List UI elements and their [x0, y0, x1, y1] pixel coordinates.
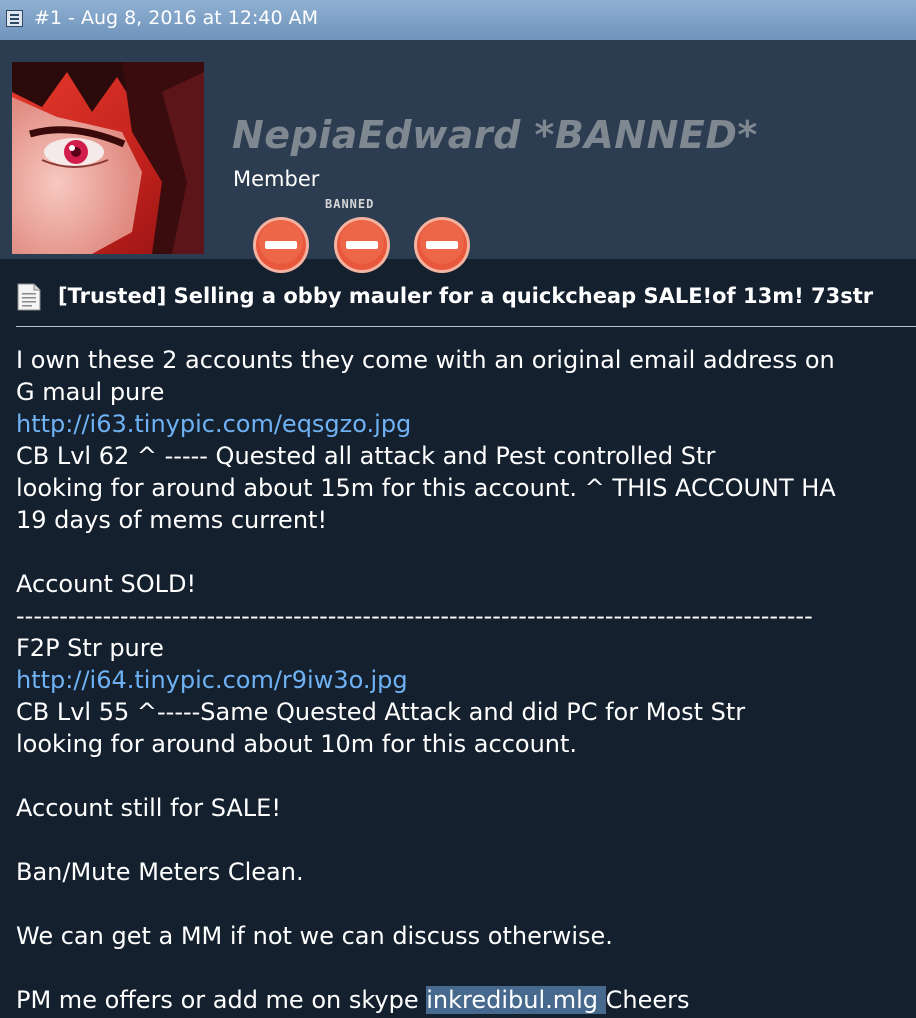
post-line: looking for around about 10m for this ac…: [16, 730, 578, 758]
post-line: Account still for SALE!: [16, 794, 281, 822]
avatar[interactable]: [12, 62, 204, 254]
post-body: I own these 2 accounts they come with an…: [16, 344, 916, 1018]
post-line: We can get a MM if not we can discuss ot…: [16, 922, 613, 950]
post-icon[interactable]: [6, 10, 23, 27]
post-line: 19 days of mems current!: [16, 506, 328, 534]
divider: [16, 326, 916, 327]
post-info[interactable]: #1 - Aug 8, 2016 at 12:40 AM: [34, 7, 318, 29]
post-line: F2P Str pure: [16, 634, 164, 662]
post-line: Account SOLD!: [16, 570, 197, 598]
thread-title-row: [Trusted] Selling a obby mauler for a qu…: [16, 283, 916, 313]
banned-icon: [334, 217, 390, 273]
skype-handle[interactable]: inkredibul.mlg: [426, 986, 606, 1014]
post-line: Ban/Mute Meters Clean.: [16, 858, 304, 886]
post-header-bar: #1 - Aug 8, 2016 at 12:40 AM: [0, 0, 916, 41]
post-line: CB Lvl 55 ^-----Same Quested Attack and …: [16, 698, 746, 726]
post-line: CB Lvl 62 ^ ----- Quested all attack and…: [16, 442, 716, 470]
banned-label: BANNED: [325, 197, 375, 211]
post-line: looking for around about 15m for this ac…: [16, 474, 836, 502]
thread-title[interactable]: [Trusted] Selling a obby mauler for a qu…: [58, 284, 873, 308]
document-icon: [17, 283, 41, 311]
post-line: I own these 2 accounts they come with an…: [16, 346, 835, 374]
post-line-text: PM me offers or add me on skype: [16, 986, 427, 1014]
image-link[interactable]: http://i64.tinypic.com/r9iw3o.jpg: [16, 666, 408, 694]
banned-icon: [414, 217, 470, 273]
banned-icon: [253, 217, 309, 273]
user-info-panel: NepiaEdward *BANNED* Member BANNED: [0, 40, 916, 273]
post-line: G maul pure: [16, 378, 165, 406]
dashed-divider: ----------------------------------------…: [16, 602, 813, 630]
post-line-text: Cheers: [605, 986, 690, 1014]
anime-avatar-image: [12, 62, 204, 254]
user-title: Member: [233, 167, 320, 191]
image-link[interactable]: http://i63.tinypic.com/eqsgzo.jpg: [16, 410, 411, 438]
username[interactable]: NepiaEdward *BANNED*: [232, 113, 758, 157]
post-line: PM me offers or add me on skype inkredib…: [16, 984, 916, 1016]
